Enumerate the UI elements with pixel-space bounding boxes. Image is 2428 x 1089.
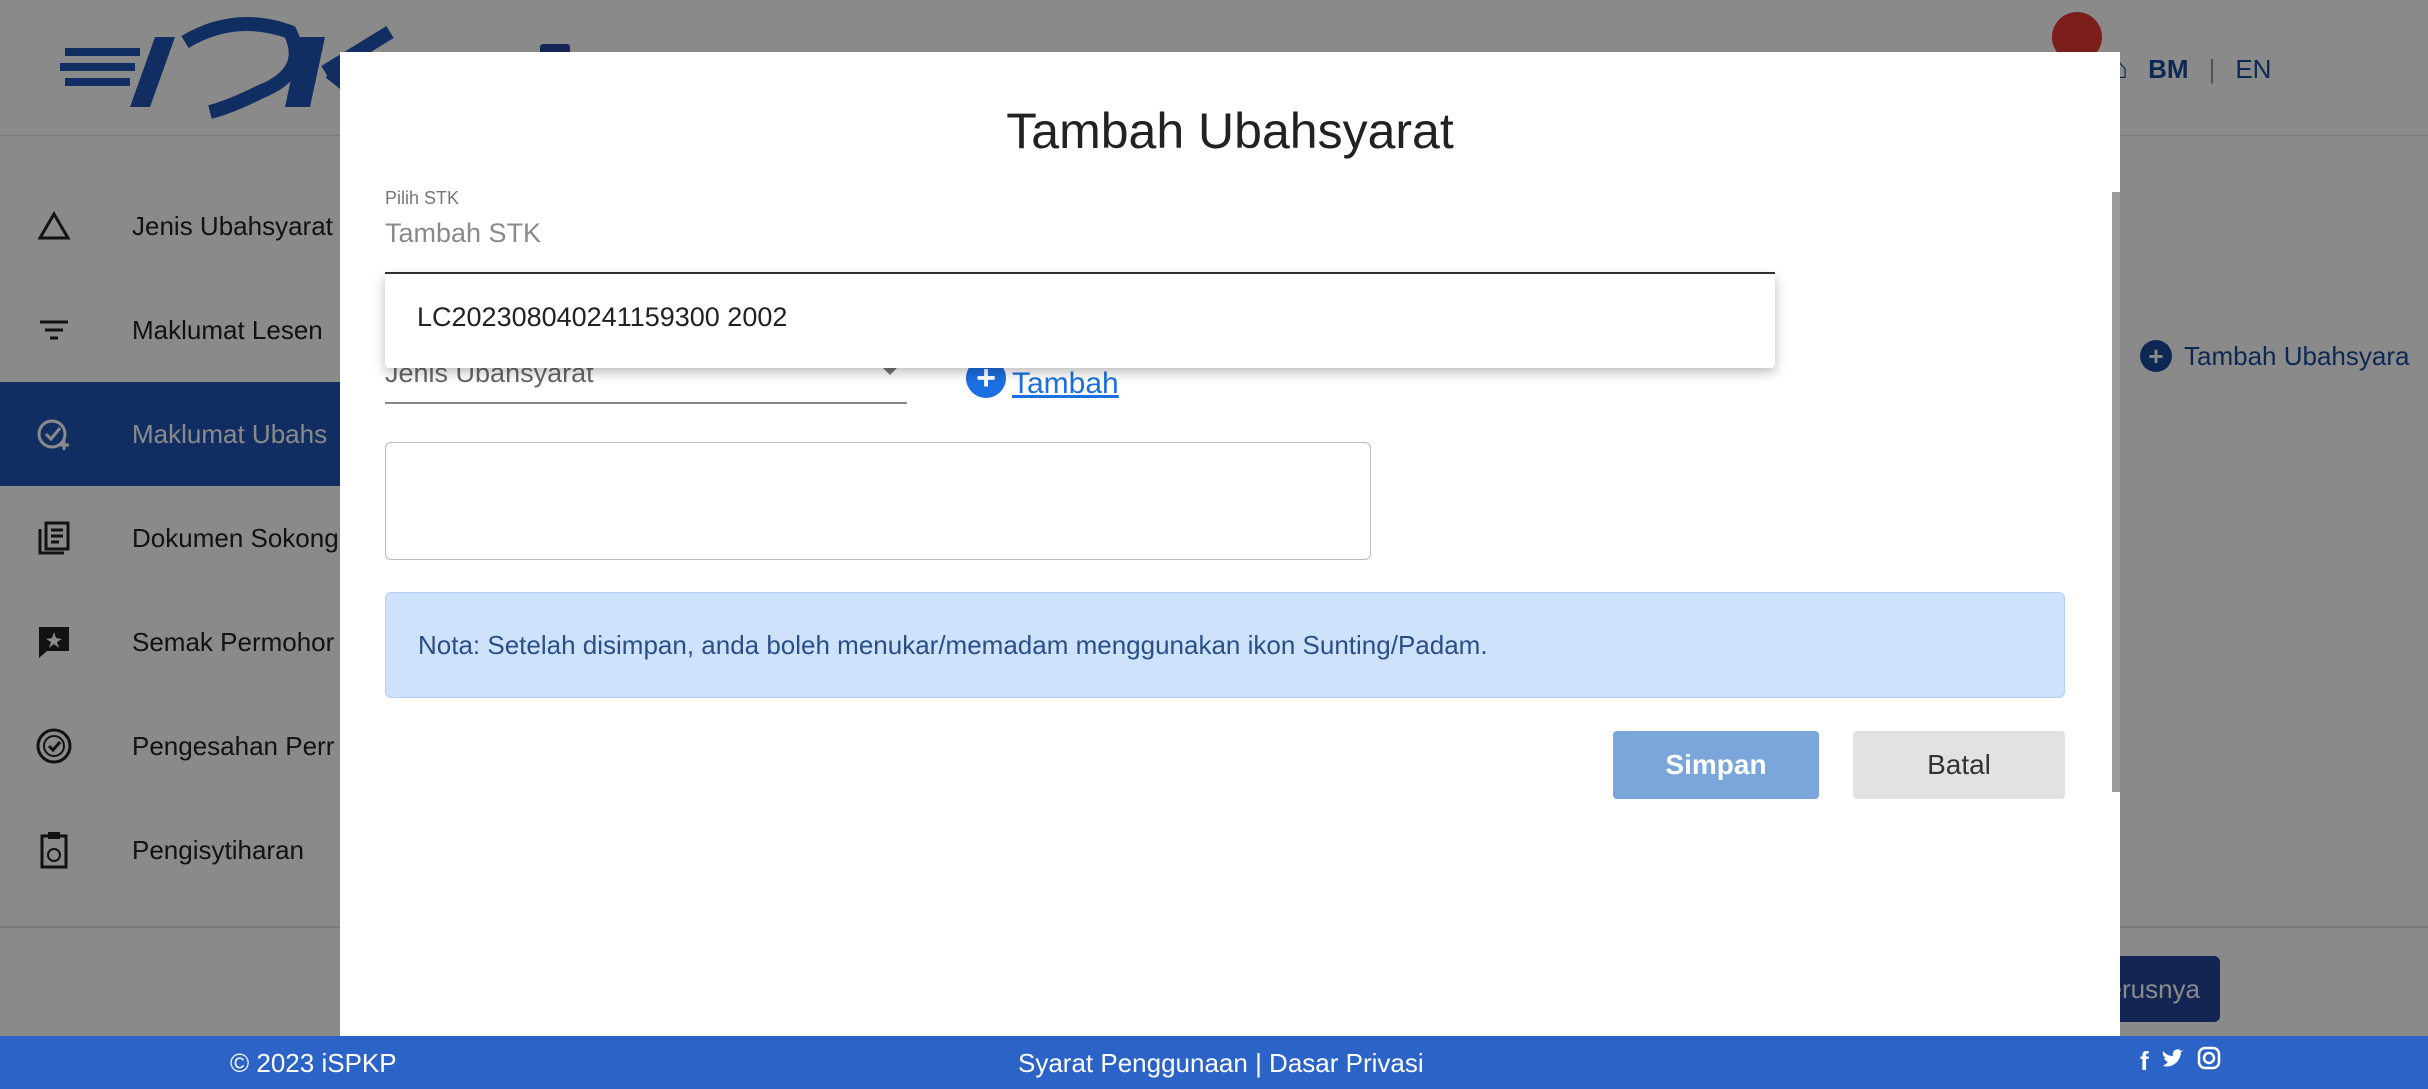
twitter-icon[interactable] [2161,1046,2185,1077]
footer-copyright: © 2023 iSPKP [230,1048,397,1078]
stk-label: Pilih STK [385,188,460,208]
condition-textarea[interactable] [385,442,1371,560]
note-text: Nota: Setelah disimpan, anda boleh menuk… [418,630,1488,660]
stk-dropdown: LC202308040241159300 2002 [385,274,1775,368]
save-button[interactable]: Simpan [1613,731,1819,799]
add-condition-dialog: Tambah Ubahsyarat Pilih STK LC2023080402… [340,52,2120,1036]
stk-autocomplete: Pilih STK [385,188,1775,274]
dialog-title: Tambah Ubahsyarat [1006,103,1454,159]
stk-option[interactable]: LC202308040241159300 2002 [417,302,787,333]
add-button-label: Tambah [1012,367,1119,400]
cancel-button[interactable]: Batal [1853,731,2065,799]
social-links: f [2140,1046,2221,1077]
stk-input[interactable] [385,218,1775,249]
facebook-icon[interactable]: f [2140,1046,2149,1077]
footer: © 2023 iSPKP Syarat Penggunaan | Dasar P… [0,1036,2428,1089]
info-note: Nota: Setelah disimpan, anda boleh menuk… [385,592,2065,698]
dialog-scrollbar[interactable] [2112,192,2120,792]
footer-links[interactable]: Syarat Penggunaan | Dasar Privasi [1018,1048,1424,1079]
instagram-icon[interactable] [2197,1046,2221,1077]
